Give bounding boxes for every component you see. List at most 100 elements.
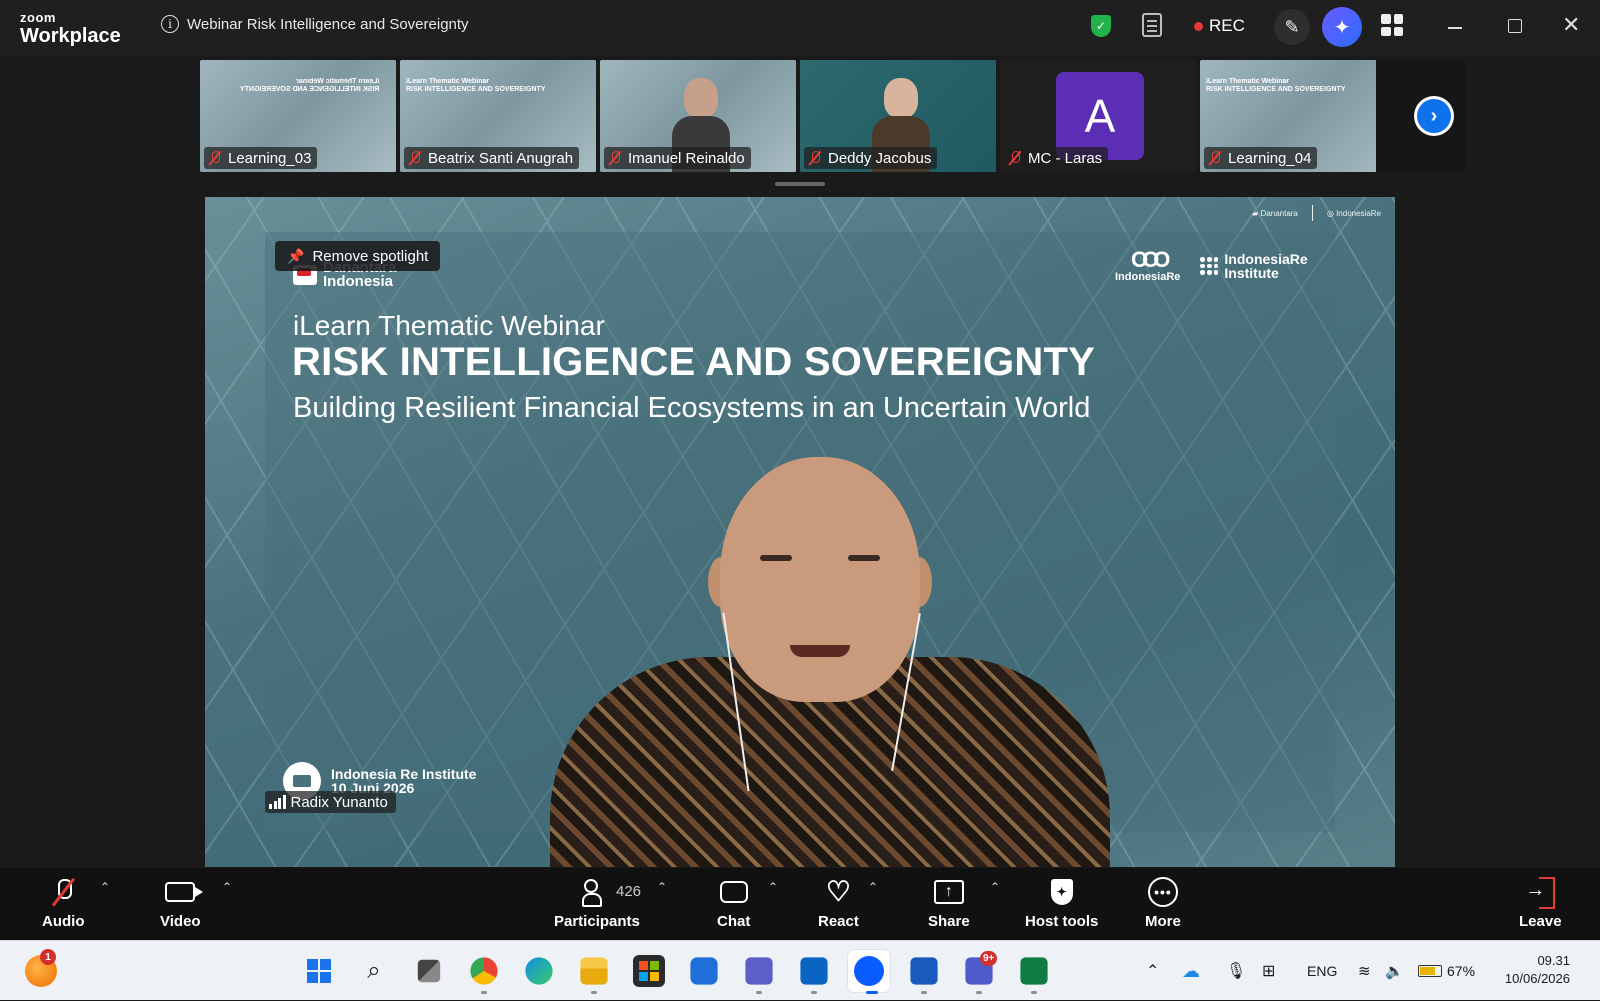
leave-door-icon [1525, 877, 1556, 909]
strip-resize-handle[interactable] [775, 182, 825, 186]
mic-muted-icon [208, 150, 222, 166]
brand-top: zoom [20, 10, 56, 25]
participant-tile[interactable]: iLearn Thematic Webinar RISK INTELLIGENC… [400, 60, 596, 172]
slide-title: RISK INTELLIGENCE AND SOVEREIGNTY [292, 340, 1095, 384]
close-window-button[interactable]: ✕ [1562, 14, 1580, 36]
mic-muted-icon [1208, 150, 1222, 166]
danantara-mini-logo: ▰ Danantara [1252, 208, 1298, 218]
apps-grid-icon[interactable] [1381, 14, 1403, 36]
indonesiare-institute-logo: IndonesiaRe Institute [1200, 252, 1308, 280]
annotate-pen-icon[interactable]: ✎ [1274, 9, 1310, 45]
outlook-icon[interactable] [800, 957, 828, 985]
language-indicator[interactable]: ENG [1307, 941, 1337, 1001]
participants-icon [581, 879, 612, 907]
meeting-title: Webinar Risk Intelligence and Sovereignt… [187, 15, 469, 33]
notes-icon[interactable] [1142, 13, 1162, 37]
participant-name-tag: MC - Laras [1004, 147, 1109, 169]
indonesiare-mini-logo: ◎ IndonesiaRe [1326, 208, 1381, 218]
windows-start-icon[interactable] [303, 955, 335, 987]
edge-icon[interactable] [525, 957, 553, 985]
microphone-muted-icon [50, 877, 76, 907]
chat-bubble-icon [719, 881, 748, 903]
indonesiare-logo: OOO IndonesiaRe [1115, 247, 1181, 284]
video-camera-icon [165, 882, 204, 902]
participant-strip: iLearn Thematic Webinar RISK INTELLIGENC… [200, 60, 1466, 172]
more-dots-icon: ••• [1147, 877, 1178, 907]
encryption-shield-icon[interactable]: ✓ [1091, 15, 1111, 37]
chat-options-chevron-icon[interactable]: ⌃ [768, 880, 778, 894]
signal-strength-icon [269, 795, 286, 809]
participant-tile[interactable]: iLearn Thematic Webinar RISK INTELLIGENC… [1200, 60, 1396, 172]
audio-options-chevron-icon[interactable]: ⌃ [100, 880, 110, 894]
minimize-window-button[interactable] [1448, 27, 1462, 29]
leave-button[interactable]: Leave [1519, 876, 1562, 930]
remove-spotlight-button[interactable]: 📌 Remove spotlight [275, 241, 441, 271]
microsoft-store-icon[interactable] [633, 955, 665, 987]
indonesiare-logos: OOO IndonesiaRe IndonesiaRe Institute [1115, 247, 1308, 284]
participant-name-tag: Learning_03 [204, 147, 318, 169]
participant-tile[interactable]: A MC - Laras [1000, 60, 1196, 172]
participant-tile[interactable]: iLearn Thematic Webinar RISK INTELLIGENC… [200, 60, 396, 172]
mic-muted-icon [408, 150, 422, 166]
battery-indicator[interactable]: 67% [1418, 941, 1475, 1001]
mic-muted-icon [608, 150, 622, 166]
participants-count: 426 [616, 883, 642, 900]
next-page-button[interactable]: › [1414, 96, 1454, 136]
participant-tile[interactable]: Imanuel Reinaldo [600, 60, 796, 172]
title-bar: zoom Workplace i Webinar Risk Intelligen… [0, 0, 1600, 55]
clock-date: 10/06/2026 [1504, 971, 1570, 987]
share-options-chevron-icon[interactable]: ⌃ [990, 880, 1000, 894]
brand-bottom: Workplace [20, 25, 121, 47]
excel-icon[interactable] [1020, 957, 1048, 985]
slide-text: iLearn Thematic Webinar RISK INTELLIGENC… [1206, 78, 1346, 94]
pin-icon: 📌 [287, 247, 305, 264]
clock-time: 09.31 [1537, 953, 1570, 968]
presenter-video [550, 447, 1110, 867]
snipping-tool-icon[interactable] [745, 957, 773, 985]
word-icon[interactable] [910, 957, 938, 985]
windows-taskbar: 1 ⌕ 9+ ⌃ ☁ 🎙 ⊞ ENG ≋ 🔈 67% 09.31 10/06/2… [0, 940, 1600, 1000]
onedrive-cloud-icon[interactable]: ☁ [1182, 941, 1200, 1001]
zoom-taskbar-icon[interactable] [848, 950, 890, 992]
shield-icon: ✦ [1050, 879, 1073, 905]
mirrored-slide-text: iLearn Thematic Webinar RISK INTELLIGENC… [240, 78, 380, 94]
show-hidden-icons-chevron-icon[interactable]: ⌃ [1146, 941, 1159, 1001]
video-button[interactable]: Video [160, 876, 204, 930]
host-tools-button[interactable]: ✦ Host tools [1025, 876, 1098, 930]
zoom-workplace-logo: zoom Workplace [20, 11, 121, 46]
meeting-info[interactable]: i Webinar Risk Intelligence and Sovereig… [161, 15, 469, 33]
react-button[interactable]: ♡ React [818, 876, 859, 931]
participants-options-chevron-icon[interactable]: ⌃ [657, 880, 667, 894]
corner-logos: ▰ Danantara ◎ IndonesiaRe [1252, 205, 1381, 221]
wifi-icon[interactable]: ≋ [1358, 941, 1371, 1001]
ai-companion-icon[interactable]: ✦ [1322, 7, 1362, 47]
mic-muted-icon [808, 150, 822, 166]
participant-name-tag: Learning_04 [1204, 147, 1318, 169]
participant-name-tag: Imanuel Reinaldo [604, 147, 751, 169]
spotlight-video[interactable]: ▰ Danantara ◎ IndonesiaRe Danantara Indo… [205, 197, 1395, 867]
outlook-new-icon[interactable] [690, 957, 718, 985]
participant-name-tag: Deddy Jacobus [804, 147, 938, 169]
system-clock[interactable]: 09.31 10/06/2026 [1505, 952, 1570, 988]
file-explorer-icon[interactable] [580, 957, 608, 985]
restore-window-button[interactable] [1508, 19, 1522, 33]
recording-indicator[interactable]: REC [1194, 16, 1245, 36]
copilot-tray-icon[interactable]: ⊞ [1262, 941, 1275, 1001]
info-icon[interactable]: i [161, 15, 179, 33]
more-button[interactable]: ••• More [1145, 876, 1181, 930]
chrome-icon[interactable] [470, 957, 498, 985]
volume-icon[interactable]: 🔈 [1385, 941, 1404, 1001]
task-view-icon[interactable] [417, 959, 441, 983]
search-icon[interactable]: ⌕ [358, 955, 390, 987]
react-options-chevron-icon[interactable]: ⌃ [868, 880, 878, 894]
share-button[interactable]: ↑ Share [928, 876, 970, 930]
participant-tile[interactable]: Deddy Jacobus [800, 60, 996, 172]
battery-icon [1418, 965, 1442, 977]
rec-dot-icon [1194, 21, 1203, 31]
share-screen-icon: ↑ [933, 880, 964, 904]
microphone-tray-icon[interactable]: 🎙 [1226, 941, 1246, 1001]
event-organizer: Indonesia Re Institute [331, 766, 477, 782]
chat-button[interactable]: Chat [717, 876, 750, 930]
video-options-chevron-icon[interactable]: ⌃ [222, 880, 232, 894]
audio-button[interactable]: Audio [42, 876, 85, 930]
